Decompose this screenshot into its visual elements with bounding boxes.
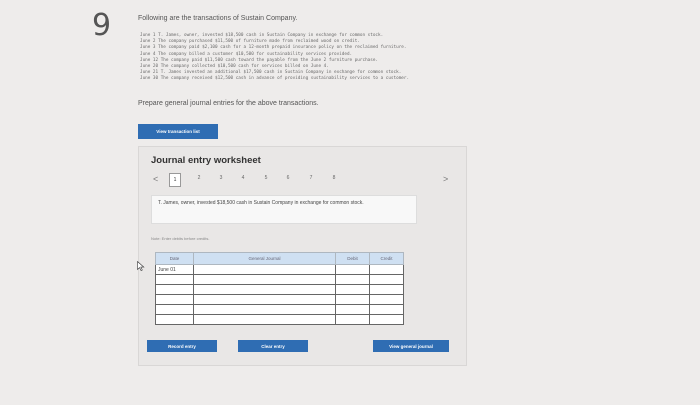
- table-header-row: Date General Journal Debit Credit: [155, 252, 404, 265]
- table-row: [155, 304, 404, 315]
- worksheet-title: Journal entry worksheet: [151, 155, 261, 166]
- debit-cell[interactable]: [335, 294, 370, 305]
- page-3-tab[interactable]: 3: [216, 175, 226, 181]
- page-4-tab[interactable]: 4: [238, 175, 248, 181]
- transaction-pager: < 1 2 3 4 5 6 7 8 >: [151, 173, 451, 187]
- table-row: [155, 274, 404, 285]
- page-5-tab[interactable]: 5: [261, 175, 271, 181]
- transaction-list: June 1 T. James, owner, invested $18,500…: [140, 33, 560, 83]
- date-column-header: Date: [155, 252, 194, 265]
- instruction-prompt: Prepare general journal entries for the …: [138, 100, 319, 107]
- question-number: 9: [92, 8, 112, 43]
- date-cell[interactable]: [155, 304, 194, 315]
- clear-entry-button[interactable]: Clear entry: [238, 340, 308, 352]
- page-1-tab[interactable]: 1: [169, 173, 181, 187]
- date-cell[interactable]: June 01: [155, 264, 194, 275]
- date-cell[interactable]: [155, 294, 194, 305]
- page-8-tab[interactable]: 8: [329, 175, 339, 181]
- account-cell[interactable]: [193, 294, 336, 305]
- transaction-description: T. James, owner, invested $18,500 cash i…: [158, 200, 364, 206]
- table-row: [155, 314, 404, 325]
- account-cell[interactable]: [193, 304, 336, 315]
- transaction-line: June 30 The company received $12,500 cas…: [140, 76, 410, 82]
- debit-cell[interactable]: [335, 304, 370, 315]
- record-entry-button[interactable]: Record entry: [147, 340, 217, 352]
- credit-cell[interactable]: [369, 264, 404, 275]
- journal-entry-table: Date General Journal Debit Credit June 0…: [155, 252, 404, 325]
- debit-credit-note: Note: Enter debits before credits.: [151, 236, 210, 241]
- date-cell[interactable]: [155, 274, 194, 285]
- table-row: [155, 284, 404, 295]
- page-7-tab[interactable]: 7: [306, 175, 316, 181]
- credit-cell[interactable]: [369, 314, 404, 325]
- account-cell[interactable]: [193, 264, 336, 275]
- date-cell[interactable]: [155, 284, 194, 295]
- debit-cell[interactable]: [335, 284, 370, 295]
- page-6-tab[interactable]: 6: [283, 175, 293, 181]
- credit-cell[interactable]: [369, 274, 404, 285]
- next-page-button[interactable]: >: [443, 174, 448, 184]
- table-row: June 01: [155, 264, 404, 275]
- account-cell[interactable]: [193, 314, 336, 325]
- table-row: [155, 294, 404, 305]
- page-2-tab[interactable]: 2: [194, 175, 204, 181]
- intro-text: Following are the transactions of Sustai…: [138, 15, 298, 22]
- transaction-description-box: T. James, owner, invested $18,500 cash i…: [151, 195, 417, 224]
- credit-cell[interactable]: [369, 284, 404, 295]
- credit-column-header: Credit: [369, 252, 404, 265]
- view-transaction-list-button[interactable]: View transaction list: [138, 124, 218, 139]
- account-cell[interactable]: [193, 284, 336, 295]
- prev-page-button[interactable]: <: [153, 174, 158, 184]
- account-cell[interactable]: [193, 274, 336, 285]
- view-general-journal-button[interactable]: View general journal: [373, 340, 449, 352]
- mouse-cursor-icon: [137, 261, 145, 271]
- debit-cell[interactable]: [335, 274, 370, 285]
- debit-cell[interactable]: [335, 264, 370, 275]
- date-cell[interactable]: [155, 314, 194, 325]
- credit-cell[interactable]: [369, 294, 404, 305]
- debit-cell[interactable]: [335, 314, 370, 325]
- journal-entry-worksheet: Journal entry worksheet < 1 2 3 4 5 6 7 …: [138, 146, 467, 366]
- credit-cell[interactable]: [369, 304, 404, 315]
- debit-column-header: Debit: [335, 252, 370, 265]
- general-journal-column-header: General Journal: [193, 252, 336, 265]
